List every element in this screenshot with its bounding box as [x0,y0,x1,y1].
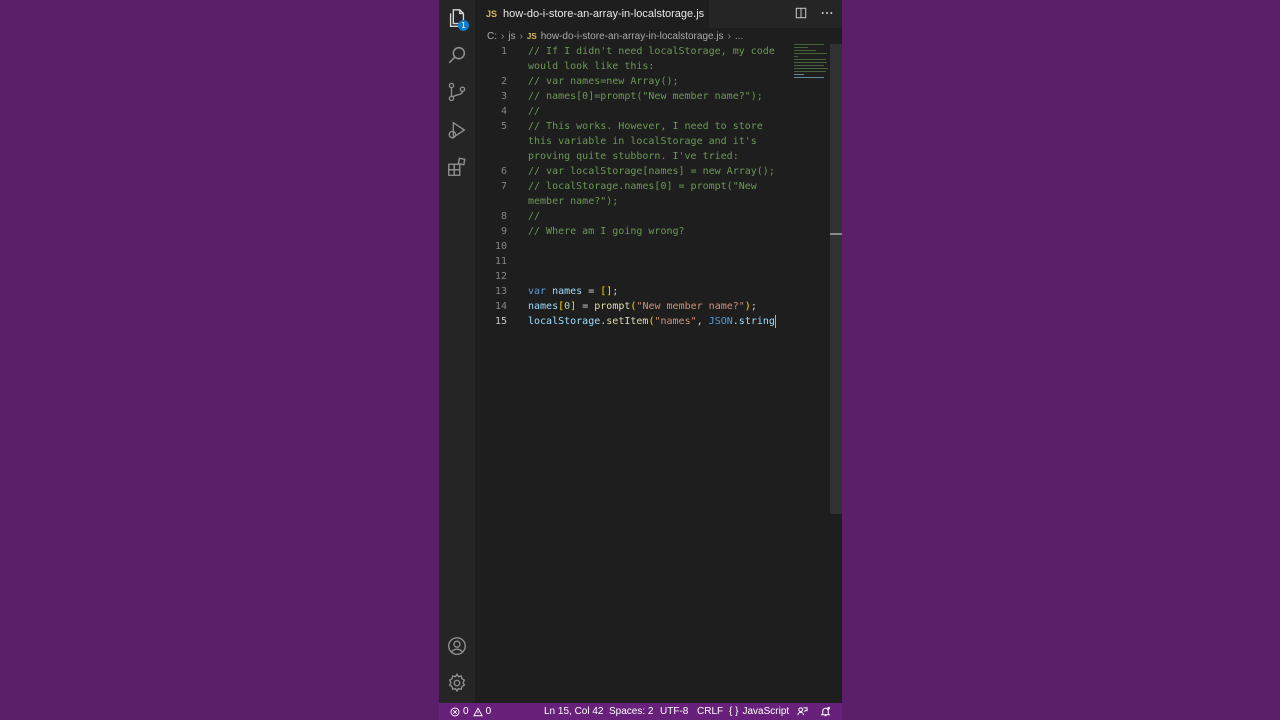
tab-bar: JS how-do-i-store-an-array-in-localstora… [475,0,842,28]
breadcrumb-drive[interactable]: C: [487,31,497,42]
indentation-setting[interactable]: Spaces: 2 [609,703,653,720]
editor-tab[interactable]: JS how-do-i-store-an-array-in-localstora… [475,0,709,28]
account-button[interactable] [439,628,475,664]
vscode-window: 1 JS how-do-i-store-an-array-in-localsto… [439,0,842,720]
search-button[interactable] [439,37,475,73]
editor-actions [794,6,834,20]
run-debug-icon [448,121,466,139]
error-count: 0 [463,706,469,717]
code-editor[interactable]: 1// If I didn't need localStorage, my co… [475,44,830,704]
encoding-setting[interactable]: UTF-8 [660,703,688,720]
feedback-button[interactable] [797,703,808,720]
tab-title: how-do-i-store-an-array-in-localstorage.… [503,8,705,20]
problems-indicator[interactable]: 0 0 [450,703,491,720]
minimap[interactable] [794,44,830,84]
warning-count: 0 [485,706,492,717]
account-icon [448,637,466,655]
activity-bar: 1 [439,0,475,703]
chevron-right-icon: › [519,30,523,42]
explorer-badge: 1 [458,20,469,31]
split-editor-icon [795,7,807,19]
explorer-button[interactable]: 1 [439,0,475,36]
braces-icon: { } [729,706,739,717]
javascript-file-icon: JS [486,9,498,19]
ellipsis-icon [821,11,833,15]
breadcrumb-file[interactable]: how-do-i-store-an-array-in-localstorage.… [541,31,724,42]
extensions-icon [448,157,466,176]
bell-icon [820,706,831,717]
feedback-icon [797,707,808,716]
javascript-file-icon: JS [526,31,537,41]
language-mode[interactable]: { } JavaScript [729,703,789,720]
vertical-scrollbar[interactable] [830,44,842,514]
cursor-position-marker [830,233,842,235]
split-editor-button[interactable] [794,6,808,20]
gear-icon [448,672,466,693]
error-icon [450,707,460,716]
notifications-button[interactable] [820,703,831,720]
breadcrumb-more[interactable]: ... [735,31,743,42]
language-label: JavaScript [742,706,790,717]
breadcrumb-folder[interactable]: js [508,31,515,42]
breadcrumb: C: › js › JS how-do-i-store-an-array-in-… [487,28,743,44]
chevron-right-icon: › [727,30,731,42]
more-actions-button[interactable] [820,6,834,20]
cursor-position[interactable]: Ln 15, Col 42 [544,703,604,720]
chevron-right-icon: › [501,30,505,42]
source-control-button[interactable] [439,74,475,110]
status-bar: 0 0 Ln 15, Col 42 Spaces: 2 UTF-8 CRLF {… [439,703,842,720]
run-debug-button[interactable] [439,112,475,148]
warning-icon [472,706,483,716]
manage-button[interactable] [439,665,475,701]
extensions-button[interactable] [439,149,475,185]
text-cursor [774,314,776,328]
eol-setting[interactable]: CRLF [697,703,723,720]
search-icon [448,46,466,64]
source-control-icon [448,82,466,102]
